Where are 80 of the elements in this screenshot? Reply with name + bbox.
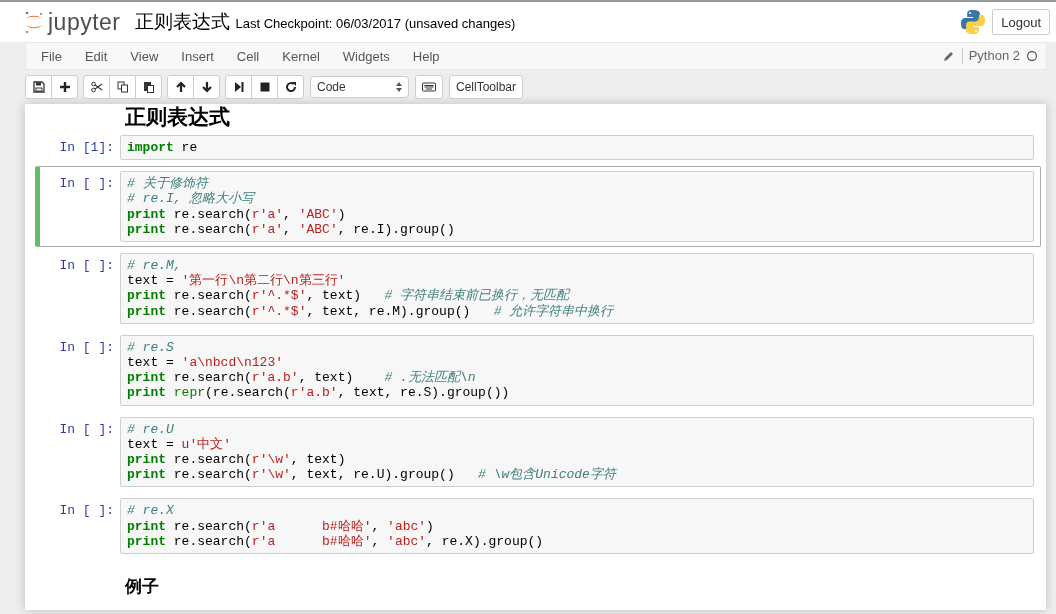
arrow-down-button[interactable] xyxy=(193,75,220,99)
cell-toolbar-button[interactable]: CellToolbar xyxy=(449,75,524,99)
menu-item[interactable]: Kernel xyxy=(272,48,330,64)
arrow-down-icon xyxy=(200,81,213,93)
code-line: print re.search(r'a b#哈哈', 'abc', re.X).group() xyxy=(127,533,545,550)
copy-icon xyxy=(116,81,129,93)
stop-icon xyxy=(258,81,271,93)
code-editor[interactable]: # re.S text = 'a\nbcd\n123' print re.search(r'a.b', text) # .无法匹配\n print repr(re.search(r'a.b', text, re.S).group()) xyxy=(120,334,1034,406)
stop-button[interactable] xyxy=(251,75,278,99)
plus-button[interactable] xyxy=(51,75,78,99)
logo-text: jupyter xyxy=(48,8,121,36)
code-line: # 关于修饰符 xyxy=(127,176,210,192)
code-line: text = u'中文' xyxy=(127,436,232,453)
restart-button[interactable] xyxy=(277,75,304,99)
code-editor[interactable]: # re.X print re.search(r'a b#哈哈', 'abc') print re.search(r'a b#哈哈', 'abc', re.X).group() xyxy=(120,498,1034,555)
code-cell[interactable]: In [ ]: # re.S text = 'a\nbcd\n123' print re.search(r'a.b', text) # .无法匹配\n print repr(re.search(r'a.b', text, re.S).group()) xyxy=(35,329,1041,411)
code-editor[interactable]: # re.M, text = '第一行\n第二行\n第三行' print re.search(r'^.*$', text) # 字符串结束前已换行，无匹配 print re.search(r'^.*$', text, re.M).group() # 允许字符串中换行 xyxy=(120,253,1034,324)
code-line: # re.S xyxy=(127,339,175,356)
code-line: text = '第一行\n第二行\n第三行' xyxy=(127,273,347,289)
input-prompt: In [ ]: xyxy=(58,420,115,439)
markdown-heading: 例子 xyxy=(124,576,160,599)
code-line: print re.search(r'^.*$', text) # 字符串结束前已换行，无匹配 xyxy=(127,288,572,304)
logout-button[interactable]: Logout xyxy=(992,9,1050,35)
code-line: print re.search(r'\w', text) xyxy=(127,452,347,468)
kernel-name: Python 2 xyxy=(961,48,1026,64)
input-prompt: In [1]: xyxy=(58,139,115,157)
code-line: # re.U xyxy=(127,421,175,437)
code-line: # re.X xyxy=(127,503,175,519)
code-line: print re.search(r'\w', text, re.U).group() # \w包含Unicode字符 xyxy=(127,467,619,483)
code-cell[interactable]: In [ ]: # re.X print re.search(r'a b#哈哈', 'abc') print re.search(r'a b#哈哈', 'abc', re.X).group() xyxy=(35,493,1041,560)
keyboard-button[interactable] xyxy=(415,75,443,99)
menu-item[interactable]: Help xyxy=(402,48,450,64)
code-editor[interactable]: # re.U text = u'中文' print re.search(r'\w', text) print re.search(r'\w', text, re.U).group() # \w包含Unicode字符 xyxy=(120,416,1034,488)
menu-item[interactable]: Edit xyxy=(74,48,118,64)
menu-item[interactable]: File xyxy=(31,48,72,64)
scissors-icon xyxy=(90,81,103,93)
code-line: # re.M, xyxy=(127,258,183,274)
arrow-up-icon xyxy=(174,81,187,93)
input-prompt: In [ ]: xyxy=(58,338,115,357)
plus-icon xyxy=(58,81,71,93)
code-line: print repr(re.search(r'a.b', text, re.S).group()) xyxy=(127,385,511,401)
code-line: print re.search(r'a.b', text) # .无法匹配\n xyxy=(127,370,477,386)
code-line: text = 'a\nbcd\n123' xyxy=(127,355,285,371)
step-forward-icon xyxy=(232,81,245,93)
menu-item[interactable]: Insert xyxy=(171,48,224,64)
keyboard-icon xyxy=(422,82,436,92)
markdown-heading: 正则表达式 xyxy=(124,104,231,130)
menu-item[interactable]: Widgets xyxy=(332,48,400,64)
notebook-name[interactable]: 正则表达式 xyxy=(134,9,230,35)
step-forward-button[interactable] xyxy=(225,75,252,99)
logo-icon xyxy=(24,10,44,34)
copy-button[interactable] xyxy=(109,75,136,99)
code-cell[interactable]: In [ ]: # 关于修饰符 # re.I, 忽略大小写 print re.search(r'a', 'ABC') print re.search(r'a', 'ABC', re.I).group() xyxy=(35,166,1041,247)
input-prompt: In [ ]: xyxy=(58,257,115,275)
menu-item[interactable]: Cell xyxy=(226,48,270,64)
code-line: import re xyxy=(127,140,199,156)
input-prompt: In [ ]: xyxy=(58,502,115,521)
scissors-button[interactable] xyxy=(83,75,110,99)
save-icon xyxy=(32,81,45,93)
restart-icon xyxy=(284,81,297,93)
menu-item[interactable]: View xyxy=(120,48,169,64)
code-line: print re.search(r'a b#哈哈', 'abc') xyxy=(127,518,435,534)
paste-button[interactable] xyxy=(135,75,162,99)
language-logo-icon xyxy=(960,9,987,35)
code-line: # re.I, 忽略大小写 xyxy=(127,191,257,207)
checkpoint-status: Last Checkpoint: 06/03/2017 (unsaved changes) xyxy=(235,16,516,31)
code-cell[interactable]: In [1]: import re xyxy=(35,130,1041,166)
save-button[interactable] xyxy=(25,75,52,99)
code-line: print re.search(r'^.*$', text, re.M).group() # 允许字符串中换行 xyxy=(127,303,615,319)
input-prompt: In [ ]: xyxy=(58,175,115,194)
code-cell[interactable]: In [ ]: # re.M, text = '第一行\n第二行\n第三行' print re.search(r'^.*$', text) # 字符串结束前已换行，无匹配 print re.search(r'^.*$', text, re.M).group() # 允许字符串中换行 xyxy=(35,248,1041,329)
code-editor[interactable]: # 关于修饰符 # re.I, 忽略大小写 print re.search(r'a', 'ABC') print re.search(r'a', 'ABC', re.I).group() xyxy=(120,171,1034,242)
paste-icon xyxy=(142,81,155,93)
updown-caret-icon xyxy=(396,82,402,92)
code-editor[interactable]: import re xyxy=(120,135,1034,161)
arrow-up-button[interactable] xyxy=(167,75,194,99)
code-line: print re.search(r'a', 'ABC', re.I).group() xyxy=(127,221,456,237)
code-cell[interactable]: In [ ]: # re.U text = u'中文' print re.search(r'\w', text) print re.search(r'\w', text, re.U).group() # \w包含Unicode字符 xyxy=(35,411,1041,493)
code-line: print re.search(r'a', 'ABC') xyxy=(127,206,347,222)
cell-type-select[interactable]: Code xyxy=(310,76,409,98)
